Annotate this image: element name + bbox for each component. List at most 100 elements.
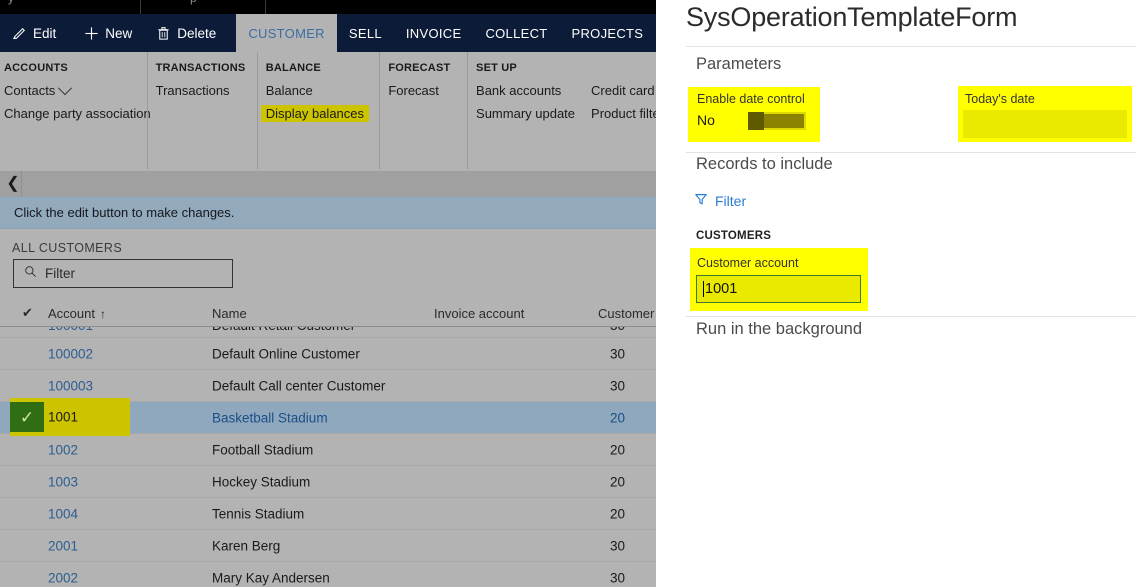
ribbon-group-set-up: SET UP Bank accounts Summary update Cred…	[467, 52, 656, 169]
new-button[interactable]: New	[72, 14, 144, 52]
ribbon-group-balance-title: BALANCE	[265, 62, 321, 74]
cell-account[interactable]: 100003	[48, 378, 93, 393]
column-header-name[interactable]: Name	[212, 306, 247, 321]
ribbon-item-credit-card[interactable]: Credit card	[591, 83, 655, 98]
customer-account-input[interactable]: 1001	[696, 275, 861, 303]
tab-invoice-label: INVOICE	[405, 25, 462, 41]
section-title-records-to-include: Records to include	[696, 155, 833, 173]
cell-name: Hockey Stadium	[212, 474, 311, 489]
cell-name: Tennis Stadium	[212, 506, 305, 521]
column-header-customer-group[interactable]: Customer g	[598, 306, 656, 321]
ribbon-item-transactions-label: Transactions	[155, 83, 230, 98]
filter-link[interactable]: Filter	[694, 192, 746, 209]
enable-date-control-value: No	[697, 112, 715, 128]
table-row[interactable]: 2001 Karen Berg 30	[0, 530, 656, 562]
ribbon-item-bank-accounts[interactable]: Bank accounts	[476, 83, 561, 98]
ribbon-item-contacts-label: Contacts	[4, 83, 56, 98]
cell-name[interactable]: Basketball Stadium	[212, 410, 328, 425]
tab-projects[interactable]: PROJECTS	[560, 14, 656, 52]
divider-records-to-include	[686, 152, 1136, 153]
ribbon-tabs: CUSTOMER SELL INVOICE COLLECT PROJECTS S…	[236, 14, 656, 52]
ribbon-item-credit-card-label: Credit card	[591, 83, 655, 98]
delete-button[interactable]: Delete	[144, 14, 228, 52]
column-header-account[interactable]: Account ↑	[48, 306, 106, 321]
tab-customer[interactable]: CUSTOMER	[236, 14, 337, 52]
toggle-knob	[748, 112, 764, 130]
cell-account[interactable]: 100002	[48, 346, 93, 361]
cell-customer-group: 20	[610, 442, 626, 457]
search-icon	[24, 265, 37, 283]
todays-date-label: Today's date	[965, 92, 1035, 106]
column-header-invoice-account[interactable]: Invoice account	[434, 306, 524, 321]
cell-name: Default Retail Customer	[212, 327, 355, 333]
cell-account[interactable]: 2002	[48, 570, 78, 585]
top-strip-divider-2	[265, 0, 266, 14]
ribbon-group-accounts-title: ACCOUNTS	[4, 62, 68, 74]
cell-account[interactable]: 1003	[48, 474, 78, 489]
command-bar: Edit New Delete CUSTOMER SELL INVOICE CO…	[0, 14, 656, 52]
ribbon-item-display-balances-label: Display balances	[265, 106, 365, 121]
cell-account[interactable]: 2001	[48, 538, 78, 553]
ribbon-item-balance[interactable]: Balance	[266, 83, 313, 98]
ribbon-group-transactions: TRANSACTIONS Transactions	[146, 52, 257, 169]
ribbon-item-summary-update-label: Summary update	[476, 106, 576, 121]
cell-customer-group: 30	[610, 327, 625, 333]
table-row[interactable]: 1002 Football Stadium 20	[0, 434, 656, 466]
section-title-parameters: Parameters	[696, 55, 782, 73]
page-title: ALL CUSTOMERS	[12, 241, 123, 255]
pencil-icon	[12, 26, 27, 41]
cell-customer-group: 30	[610, 538, 626, 553]
funnel-icon	[694, 192, 708, 209]
cell-account[interactable]: 1002	[48, 442, 78, 457]
table-row[interactable]: 1003 Hockey Stadium 20	[0, 466, 656, 498]
cell-account[interactable]: 1004	[48, 506, 78, 521]
ribbon: ACCOUNTS Contacts Change party associati…	[0, 52, 656, 169]
message-bar-text: Click the edit button to make changes.	[14, 205, 235, 220]
cell-customer-group: 20	[610, 474, 626, 489]
new-button-label: New	[105, 25, 133, 41]
chevron-left-icon[interactable]: ❮	[5, 176, 21, 192]
tab-collect[interactable]: COLLECT	[473, 14, 559, 52]
search-input[interactable]: Filter	[13, 259, 233, 288]
top-strip-ghost-text-mid: p	[190, 0, 197, 5]
tab-invoice[interactable]: INVOICE	[394, 14, 474, 52]
cell-name: Default Online Customer	[212, 346, 360, 361]
todays-date-field[interactable]	[963, 110, 1127, 138]
ribbon-item-forecast[interactable]: Forecast	[388, 83, 439, 98]
filter-link-label: Filter	[715, 192, 747, 209]
tab-sell[interactable]: SELL	[337, 14, 394, 52]
ribbon-item-product-filter[interactable]: Product filter	[591, 106, 656, 121]
ribbon-item-transactions[interactable]: Transactions	[156, 83, 230, 98]
plus-icon	[84, 26, 99, 41]
ribbon-group-forecast: FORECAST Forecast	[379, 52, 467, 169]
ribbon-collapse-strip[interactable]: ❮	[0, 171, 656, 197]
table-row[interactable]: 100001 Default Retail Customer 30	[0, 327, 656, 338]
cell-account[interactable]: 1001	[48, 410, 78, 425]
ribbon-item-balance-label: Balance	[265, 83, 313, 98]
selected-row-highlight: ✓ 1001	[10, 398, 130, 436]
text-cursor	[703, 281, 704, 297]
cell-customer-group: 20	[610, 410, 626, 425]
ribbon-item-contacts[interactable]: Contacts	[4, 80, 73, 98]
table-row[interactable]: 100002 Default Online Customer 30	[0, 338, 656, 370]
application-window: y p Edit	[0, 0, 1136, 587]
edit-button-label: Edit	[33, 25, 57, 41]
divider-run-in-background	[686, 316, 1136, 317]
column-header-checkbox[interactable]: ✔	[22, 305, 33, 321]
table-row[interactable]: 1004 Tennis Stadium 20	[0, 498, 656, 530]
table-row[interactable]: 2002 Mary Kay Andersen 30	[0, 562, 656, 587]
cell-name: Mary Kay Andersen	[212, 570, 330, 585]
tab-sell-label: SELL	[348, 25, 382, 41]
collapse-strip-fill	[21, 171, 656, 197]
edit-button[interactable]: Edit	[0, 14, 68, 52]
ribbon-group-set-up-title: SET UP	[476, 62, 517, 74]
ribbon-item-change-party-association[interactable]: Change party association	[4, 106, 151, 121]
row-checkmark-icon[interactable]: ✓	[10, 402, 44, 432]
enable-date-control-toggle[interactable]	[748, 112, 806, 130]
message-bar: Click the edit button to make changes.	[0, 197, 656, 229]
ribbon-item-display-balances[interactable]: Display balances	[260, 105, 370, 122]
table-row-selected[interactable]: ✓ 1001 Basketball Stadium 20	[0, 398, 656, 436]
ribbon-group-transactions-title: TRANSACTIONS	[155, 62, 246, 74]
ribbon-item-summary-update[interactable]: Summary update	[476, 106, 575, 121]
cell-customer-group: 30	[610, 570, 626, 585]
